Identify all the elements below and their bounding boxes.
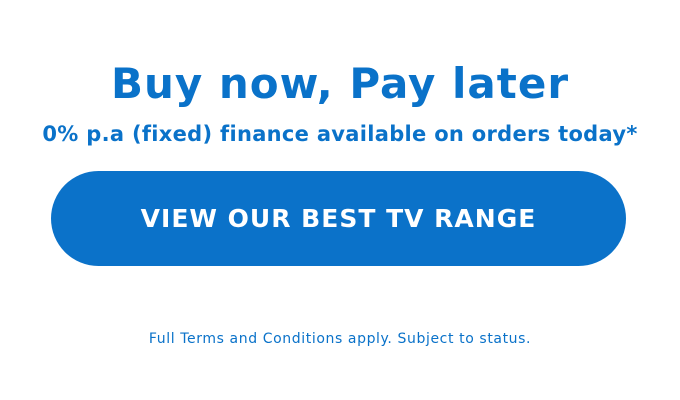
headline: Buy now, Pay later	[110, 59, 570, 108]
finance-offer-text: 0% p.a (fixed) finance available on orde…	[42, 122, 638, 146]
view-tv-range-button[interactable]: VIEW OUR BEST TV RANGE	[51, 171, 626, 266]
finance-banner: Buy now, Pay later 0% p.a (fixed) financ…	[0, 0, 680, 400]
terms-and-conditions-text: Full Terms and Conditions apply. Subject…	[148, 331, 532, 347]
view-tv-range-button-label: VIEW OUR BEST TV RANGE	[140, 204, 537, 233]
